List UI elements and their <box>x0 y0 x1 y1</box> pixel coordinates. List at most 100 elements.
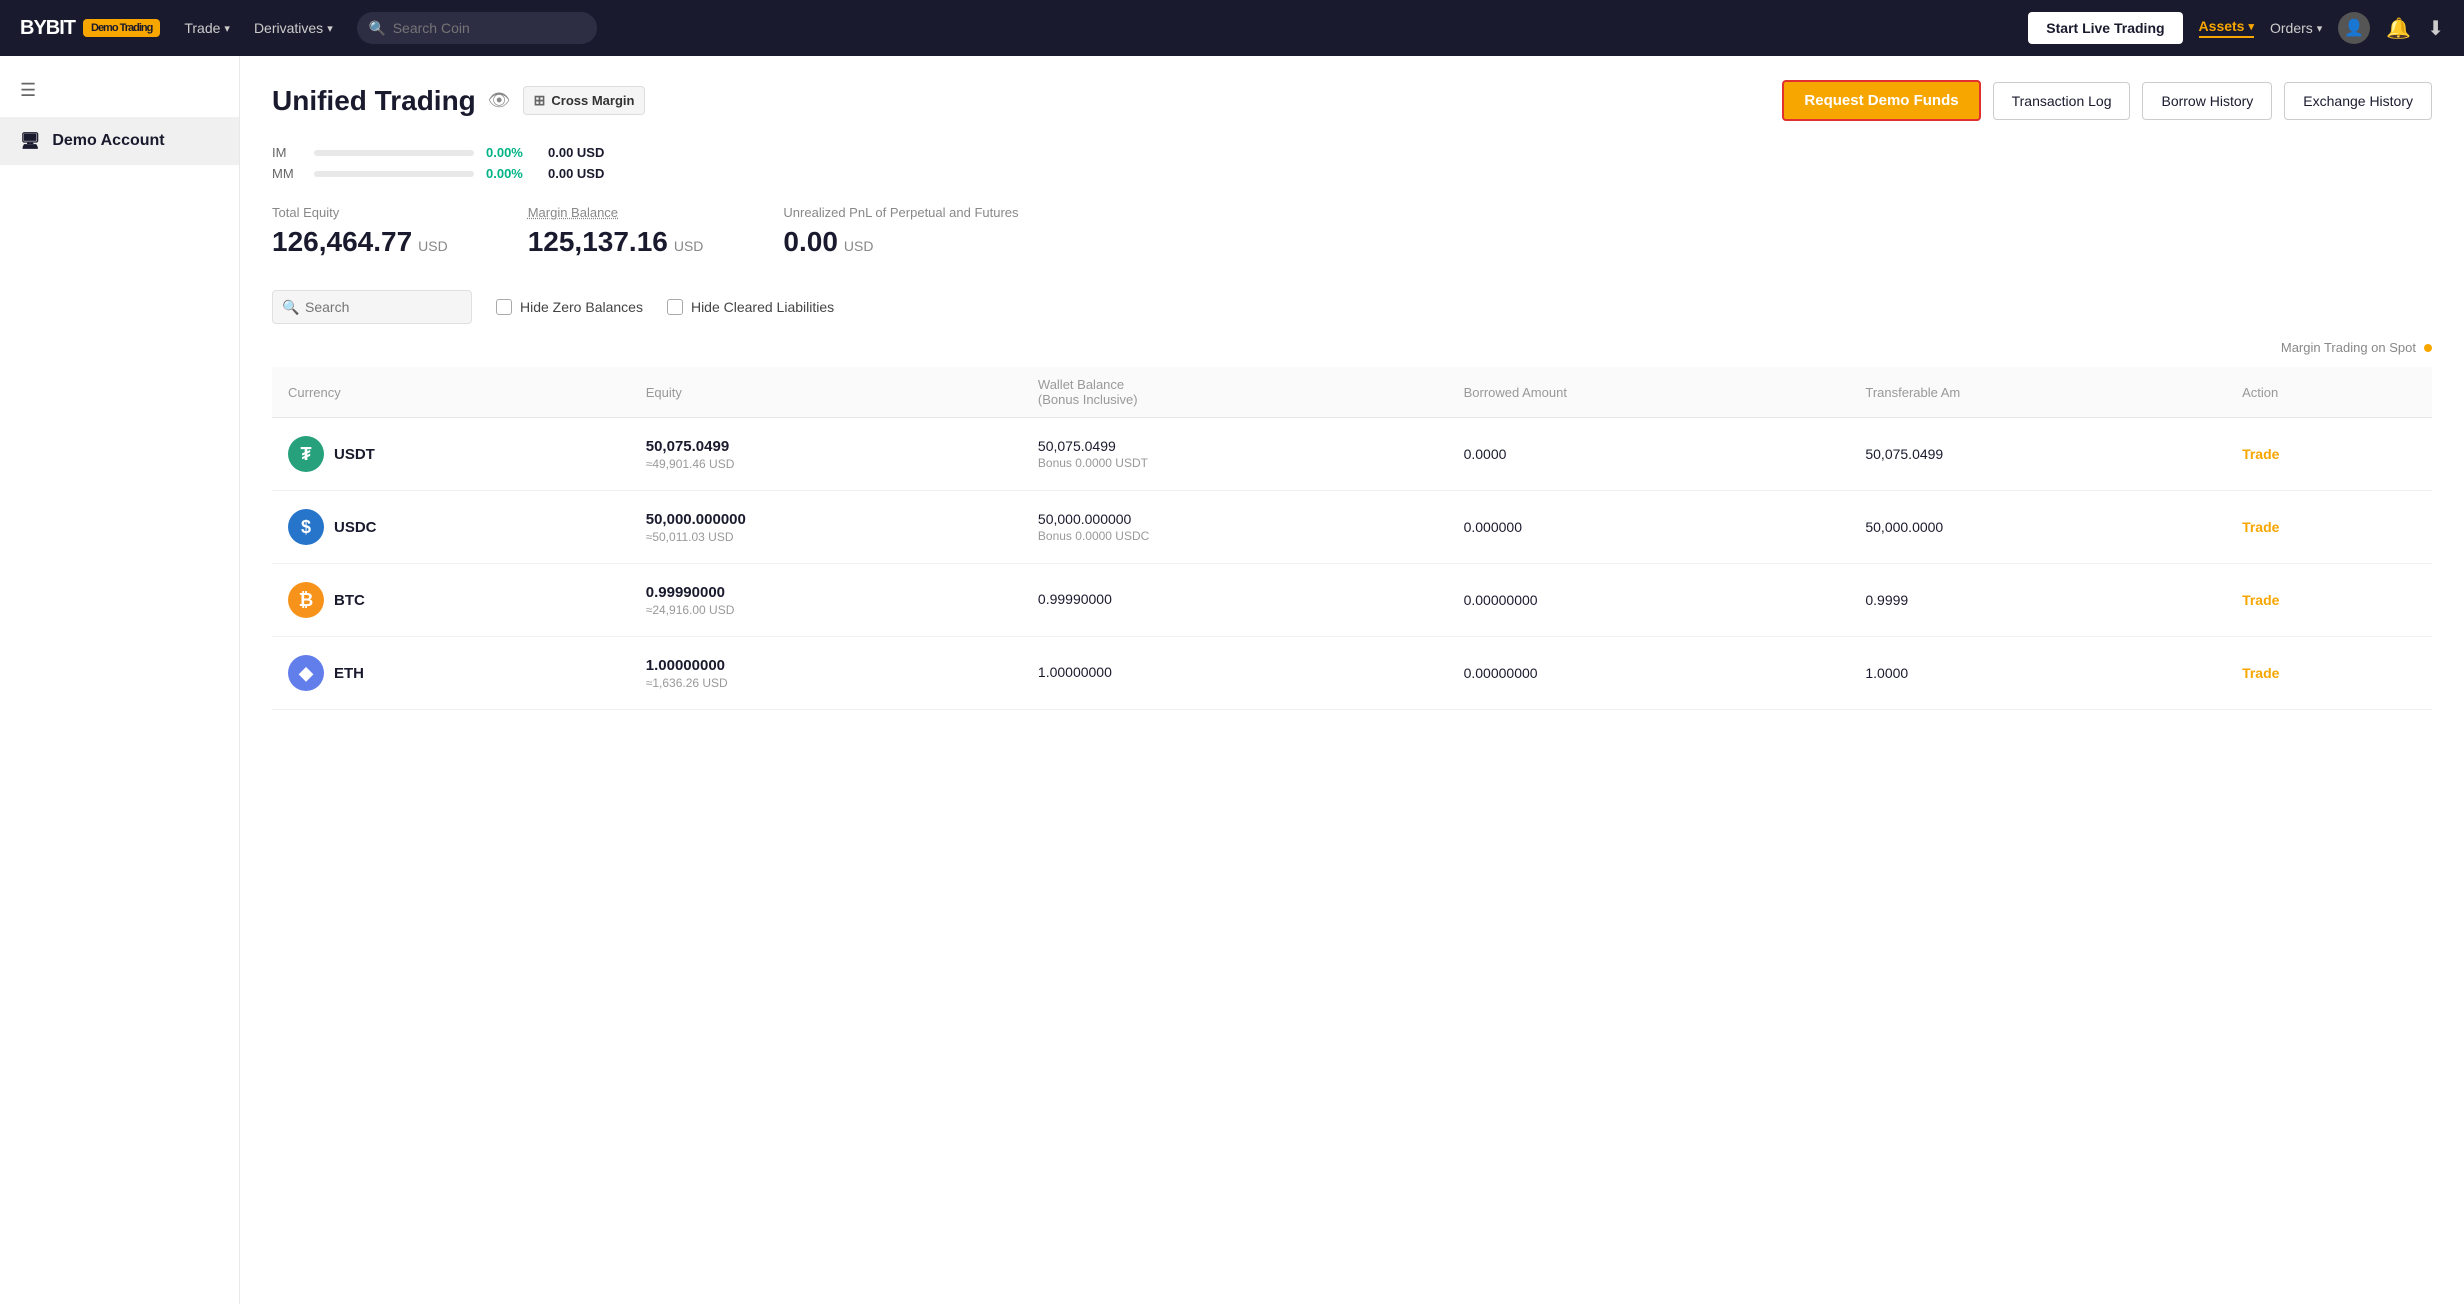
cross-margin-badge[interactable]: ⊞ Cross Margin <box>523 86 646 115</box>
hide-cleared-liabilities-label[interactable]: Hide Cleared Liabilities <box>667 299 834 315</box>
col-action: Action <box>2226 367 2432 418</box>
margin-balance-block: Margin Balance 125,137.16 USD <box>528 205 704 258</box>
user-avatar[interactable]: 👤 <box>2338 12 2370 44</box>
trade-link-usdt[interactable]: Trade <box>2242 446 2279 462</box>
download-button[interactable]: ⬇ <box>2427 16 2444 41</box>
cell-action-3: Trade <box>2226 637 2432 710</box>
coin-icon-usdt: ₮ <box>288 436 324 472</box>
borrow-history-button[interactable]: Borrow History <box>2142 82 2272 120</box>
total-equity-unit: USD <box>418 238 448 254</box>
page-title: Unified Trading <box>272 85 476 117</box>
search-wrapper: 🔍 <box>357 12 597 44</box>
visibility-icon[interactable]: 👁 <box>488 90 511 111</box>
table-search-icon: 🔍 <box>282 299 299 316</box>
cell-equity-1: 50,000.000000 ≈50,011.03 USD <box>630 491 1022 564</box>
trade-link-eth[interactable]: Trade <box>2242 665 2279 681</box>
cell-transferable-1: 50,000.0000 <box>1849 491 2226 564</box>
cell-wallet-2: 0.99990000 <box>1022 564 1448 637</box>
cell-transferable-2: 0.9999 <box>1849 564 2226 637</box>
total-equity-value-row: 126,464.77 USD <box>272 226 448 258</box>
margin-balance-value-row: 125,137.16 USD <box>528 226 704 258</box>
table-row: ₿ BTC 0.99990000 ≈24,916.00 USD 0.999900… <box>272 564 2432 637</box>
margin-trading-status-dot <box>2424 344 2432 352</box>
start-live-trading-button[interactable]: Start Live Trading <box>2028 12 2182 44</box>
mm-val: 0.00 USD <box>548 166 604 181</box>
main-content: Unified Trading 👁 ⊞ Cross Margin Request… <box>240 56 2464 1304</box>
main-layout: ☰ 🖥 Demo Account Unified Trading 👁 ⊞ Cro… <box>0 56 2464 1304</box>
table-header: Currency Equity Wallet Balance (Bonus In… <box>272 367 2432 418</box>
coin-icon-btc: ₿ <box>288 582 324 618</box>
table-row: ₮ USDT 50,075.0499 ≈49,901.46 USD 50,075… <box>272 418 2432 491</box>
cell-wallet-0: 50,075.0499 Bonus 0.0000 USDT <box>1022 418 1448 491</box>
cell-equity-2: 0.99990000 ≈24,916.00 USD <box>630 564 1022 637</box>
total-equity-value: 126,464.77 <box>272 226 412 258</box>
cell-currency-2: ₿ BTC <box>272 564 630 637</box>
unrealized-pnl-unit: USD <box>844 238 874 254</box>
header-actions: Request Demo Funds Transaction Log Borro… <box>1782 80 2432 121</box>
total-equity-block: Total Equity 126,464.77 USD <box>272 205 448 258</box>
cell-action-2: Trade <box>2226 564 2432 637</box>
sidebar-menu-icon[interactable]: ☰ <box>0 72 239 109</box>
top-section: Unified Trading 👁 ⊞ Cross Margin Request… <box>240 56 2464 258</box>
notifications-button[interactable]: 🔔 <box>2386 16 2411 41</box>
assets-chevron-icon: ▾ <box>2248 20 2254 33</box>
exchange-history-button[interactable]: Exchange History <box>2284 82 2432 120</box>
table-search-input[interactable] <box>272 290 472 324</box>
mm-label: MM <box>272 166 302 181</box>
cell-currency-0: ₮ USDT <box>272 418 630 491</box>
cell-borrowed-3: 0.00000000 <box>1448 637 1850 710</box>
mm-row: MM 0.00% 0.00 USD <box>272 166 2432 181</box>
cell-borrowed-2: 0.00000000 <box>1448 564 1850 637</box>
navbar: BYBIT Demo Trading Trade ▾ Derivatives ▾… <box>0 0 2464 56</box>
table-row: ◆ ETH 1.00000000 ≈1,636.26 USD 1.0000000… <box>272 637 2432 710</box>
col-borrowed-amount: Borrowed Amount <box>1448 367 1850 418</box>
nav-orders[interactable]: Orders ▾ <box>2270 20 2322 36</box>
header-row: Unified Trading 👁 ⊞ Cross Margin Request… <box>272 80 2432 121</box>
unrealized-pnl-value: 0.00 <box>783 226 838 258</box>
nav-assets[interactable]: Assets ▾ <box>2199 18 2254 38</box>
margin-trading-row: Margin Trading on Spot <box>272 340 2432 355</box>
col-equity: Equity <box>630 367 1022 418</box>
coin-symbol-usdt: USDT <box>334 446 375 463</box>
search-input[interactable] <box>357 12 597 44</box>
cell-action-1: Trade <box>2226 491 2432 564</box>
margin-balance-label: Margin Balance <box>528 205 704 220</box>
col-transferable-amount: Transferable Am <box>1849 367 2226 418</box>
transaction-log-button[interactable]: Transaction Log <box>1993 82 2131 120</box>
request-demo-funds-button[interactable]: Request Demo Funds <box>1782 80 1980 121</box>
nav-trade[interactable]: Trade ▾ <box>184 20 230 36</box>
demo-trading-badge: Demo Trading <box>83 19 160 37</box>
search-icon: 🔍 <box>369 20 386 37</box>
table-search-wrapper: 🔍 <box>272 290 472 324</box>
col-currency: Currency <box>272 367 630 418</box>
bybit-logo[interactable]: BYBIT Demo Trading <box>20 17 160 40</box>
coin-icon-usdc: $ <box>288 509 324 545</box>
cell-borrowed-0: 0.0000 <box>1448 418 1850 491</box>
orders-chevron-icon: ▾ <box>2317 22 2323 35</box>
trade-link-usdc[interactable]: Trade <box>2242 519 2279 535</box>
metrics-row: Total Equity 126,464.77 USD Margin Balan… <box>272 205 2432 258</box>
hide-cleared-liabilities-checkbox[interactable] <box>667 299 683 315</box>
cell-currency-3: ◆ ETH <box>272 637 630 710</box>
cell-currency-1: $ USDC <box>272 491 630 564</box>
sidebar-item-demo-account[interactable]: 🖥 Demo Account <box>0 117 239 165</box>
cell-wallet-3: 1.00000000 <box>1022 637 1448 710</box>
margin-trading-label: Margin Trading on Spot <box>2281 340 2416 355</box>
table-row: $ USDC 50,000.000000 ≈50,011.03 USD 50,0… <box>272 491 2432 564</box>
coin-icon-eth: ◆ <box>288 655 324 691</box>
mm-pct: 0.00% <box>486 166 536 181</box>
trade-link-btc[interactable]: Trade <box>2242 592 2279 608</box>
im-pct: 0.00% <box>486 145 536 160</box>
hide-zero-balances-label[interactable]: Hide Zero Balances <box>496 299 643 315</box>
im-row: IM 0.00% 0.00 USD <box>272 145 2432 160</box>
nav-derivatives[interactable]: Derivatives ▾ <box>254 20 333 36</box>
header-left: Unified Trading 👁 ⊞ Cross Margin <box>272 85 645 117</box>
im-mm-section: IM 0.00% 0.00 USD MM 0.00% 0.00 USD <box>272 145 2432 181</box>
table-section: 🔍 Hide Zero Balances Hide Cleared Liabil… <box>240 290 2464 742</box>
mm-progress-bar-bg <box>314 171 474 177</box>
hide-zero-balances-checkbox[interactable] <box>496 299 512 315</box>
cell-equity-3: 1.00000000 ≈1,636.26 USD <box>630 637 1022 710</box>
im-label: IM <box>272 145 302 160</box>
coin-symbol-eth: ETH <box>334 665 364 682</box>
margin-balance-value: 125,137.16 <box>528 226 668 258</box>
